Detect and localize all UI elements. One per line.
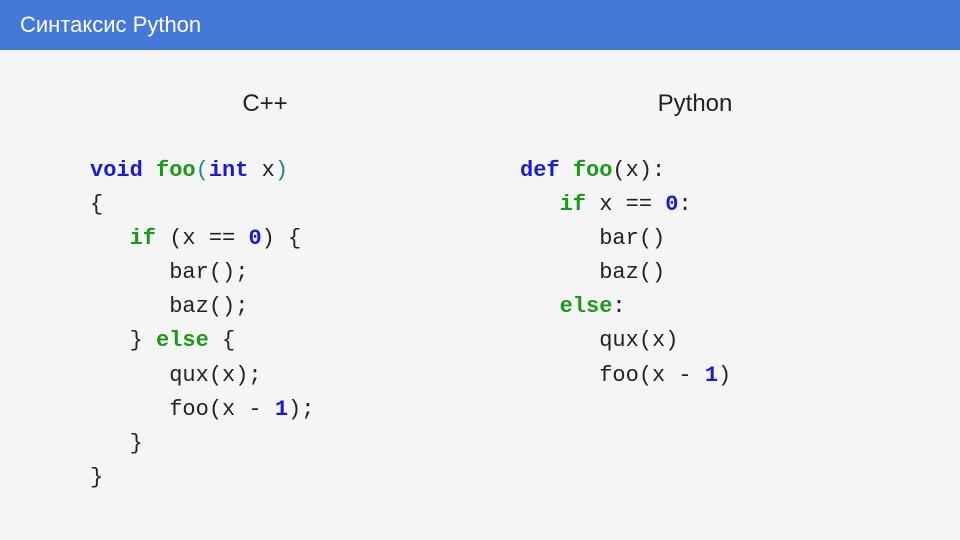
cpp-code: void foo(int x) { if (x == 0) { bar(); b… bbox=[80, 154, 450, 495]
lparen: ( bbox=[196, 158, 209, 183]
zero: 0 bbox=[248, 226, 261, 251]
eqeq-py: == bbox=[612, 192, 665, 217]
call-bar-py: bar() bbox=[599, 226, 665, 251]
cpp-title: C++ bbox=[80, 90, 450, 118]
rbrace2: } bbox=[130, 328, 156, 353]
python-column: Python def foo(x): if x == 0: bar() baz(… bbox=[510, 90, 880, 495]
rparen: ) bbox=[275, 158, 288, 183]
eqeq: == bbox=[196, 226, 249, 251]
var-x: x bbox=[262, 158, 275, 183]
lbrace: { bbox=[90, 192, 103, 217]
kw-int: int bbox=[209, 158, 249, 183]
call-foox-b: ); bbox=[288, 397, 314, 422]
colon1: : bbox=[678, 192, 691, 217]
rbrace4: } bbox=[90, 465, 103, 490]
slide-content: C++ void foo(int x) { if (x == 0) { bar(… bbox=[0, 50, 960, 495]
fn-foo: foo bbox=[156, 158, 196, 183]
python-title: Python bbox=[510, 90, 880, 118]
slide-title: Синтаксис Python bbox=[20, 12, 201, 37]
cpp-column: C++ void foo(int x) { if (x == 0) { bar(… bbox=[80, 90, 450, 495]
call-qux-py: qux(x) bbox=[599, 328, 678, 353]
one-py: 1 bbox=[705, 363, 718, 388]
lbrace2: { bbox=[288, 226, 301, 251]
zero-py: 0 bbox=[665, 192, 678, 217]
call-qux: qux(x); bbox=[169, 363, 261, 388]
kw-void: void bbox=[90, 158, 143, 183]
fn-foo-py: foo bbox=[573, 158, 613, 183]
python-code: def foo(x): if x == 0: bar() baz() else:… bbox=[510, 154, 880, 393]
xclose: (x): bbox=[612, 158, 665, 183]
one: 1 bbox=[275, 397, 288, 422]
call-foox-a: foo(x - bbox=[169, 397, 275, 422]
kw-def: def bbox=[520, 158, 560, 183]
slide-header: Синтаксис Python bbox=[0, 0, 960, 50]
var-x2: x bbox=[182, 226, 195, 251]
kw-if: if bbox=[130, 226, 156, 251]
call-bar: bar(); bbox=[169, 260, 248, 285]
call-baz-py: baz() bbox=[599, 260, 665, 285]
lbrace3: { bbox=[209, 328, 235, 353]
rbrace3: } bbox=[130, 431, 143, 456]
kw-else: else bbox=[156, 328, 209, 353]
var-x-py: x bbox=[599, 192, 612, 217]
rparen2: ) bbox=[262, 226, 288, 251]
kw-if-py: if bbox=[560, 192, 586, 217]
call-foox-a-py: foo(x - bbox=[599, 363, 705, 388]
call-foox-b-py: ) bbox=[718, 363, 731, 388]
colon2: : bbox=[612, 294, 625, 319]
kw-else-py: else bbox=[560, 294, 613, 319]
call-baz: baz(); bbox=[169, 294, 248, 319]
lparen2: ( bbox=[169, 226, 182, 251]
